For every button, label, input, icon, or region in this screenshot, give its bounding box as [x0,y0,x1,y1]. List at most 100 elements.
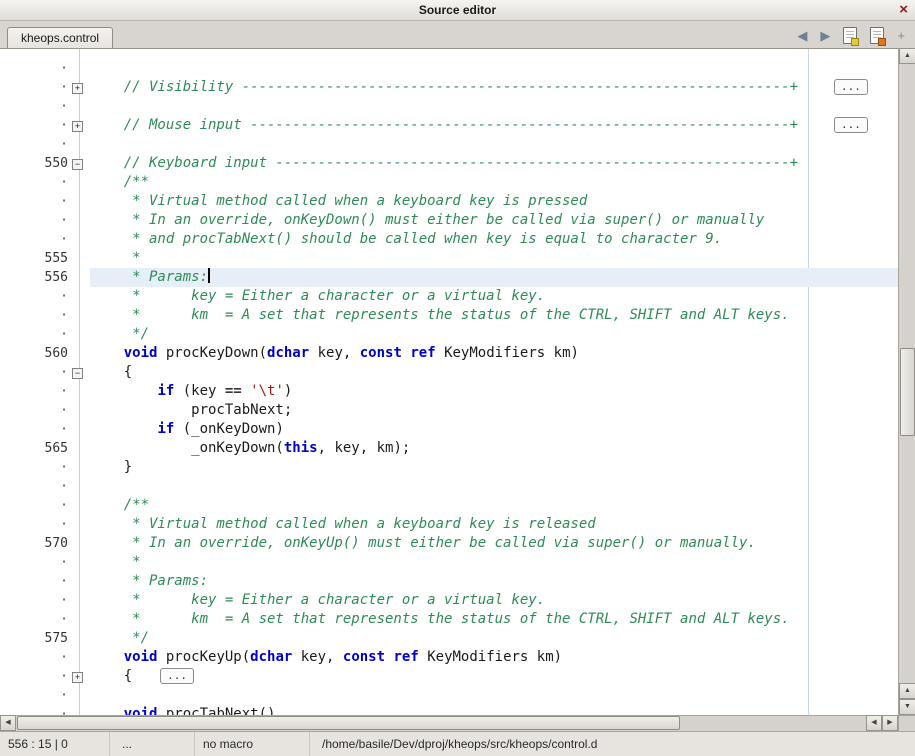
folded-code-box[interactable]: ... [160,668,194,684]
jump-back-icon[interactable]: ◀ [797,27,807,44]
code-line[interactable]: · * key = Either a character or a virtua… [0,591,898,610]
line-number: 565 [0,439,68,458]
code-text: if (_onKeyDown) [90,421,284,437]
fold-gutter [68,344,90,363]
line-number: · [0,306,68,325]
scroll-left-icon[interactable]: ◀ [0,715,16,731]
line-number: · [0,648,68,667]
fold-gutter [68,496,90,515]
code-line[interactable]: · void procTabNext() [0,705,898,715]
line-number: 556 [0,268,68,287]
code-line[interactable]: 556 * Params: [0,268,898,287]
line-number: · [0,477,68,496]
code-line[interactable]: · * km = A set that represents the statu… [0,306,898,325]
horizontal-scrollbar[interactable]: ◀ ◀ ▶ [0,715,898,731]
fold-expand-icon[interactable]: + [72,83,83,94]
vertical-scrollbar-thumb[interactable] [900,348,915,436]
fold-gutter [68,268,90,287]
code-line[interactable]: · [0,686,898,705]
status-bar: 556 : 15 | 0 ... no macro /home/basile/D… [0,731,915,756]
code-line[interactable]: ·+ // Mouse input ----------------------… [0,116,898,135]
line-number: 560 [0,344,68,363]
code-line[interactable]: · * In an override, onKeyDown() must eit… [0,211,898,230]
code-text: * [90,554,141,570]
code-line[interactable]: · * [0,553,898,572]
code-text: */ [90,326,149,342]
title-bar: Source editor × [0,0,915,21]
fold-collapse-icon[interactable]: − [72,368,83,379]
code-line[interactable]: · [0,135,898,154]
code-line[interactable]: 555 * [0,249,898,268]
scroll-up-icon[interactable]: ▲ [899,48,915,64]
fold-gutter [68,515,90,534]
code-line[interactable]: · * Virtual method called when a keyboar… [0,515,898,534]
fold-gutter [68,420,90,439]
line-number: · [0,496,68,515]
code-line[interactable]: · */ [0,325,898,344]
code-line[interactable]: 575 */ [0,629,898,648]
code-line[interactable]: · if (_onKeyDown) [0,420,898,439]
code-text: * [90,250,141,266]
code-line[interactable]: · * Params: [0,572,898,591]
code-line[interactable]: · if (key == '\t') [0,382,898,401]
jump-forward-icon[interactable]: ▶ [820,27,830,44]
scroll-down-icon[interactable]: ▼ [899,699,915,715]
code-area[interactable]: ··+ // Visibility ----------------------… [0,49,898,715]
fold-gutter [68,306,90,325]
code-line[interactable]: ·+ // Visibility -----------------------… [0,78,898,97]
code-line[interactable]: 570 * In an override, onKeyUp() must eit… [0,534,898,553]
fold-gutter [68,705,90,715]
fold-gutter [68,686,90,705]
line-number: · [0,382,68,401]
folded-code-box[interactable]: ... [834,117,868,133]
vertical-scrollbar[interactable]: ▲ ▲ ▼ [898,48,915,715]
code-line[interactable]: 560 void procKeyDown(dchar key, const re… [0,344,898,363]
line-number: · [0,363,68,382]
code-line[interactable]: · [0,97,898,116]
code-line[interactable]: · * and procTabNext() should be called w… [0,230,898,249]
fold-expand-icon[interactable]: + [72,672,83,683]
code-line[interactable]: · /** [0,496,898,515]
code-line[interactable]: · [0,477,898,496]
line-number: · [0,705,68,715]
line-number: · [0,230,68,249]
document-new-icon[interactable] [843,27,857,44]
code-line[interactable]: · procTabNext; [0,401,898,420]
scroll-right-icon[interactable]: ▶ [882,715,898,731]
code-line[interactable]: · * km = A set that represents the statu… [0,610,898,629]
code-text: * key = Either a character or a virtual … [90,288,545,304]
code-line[interactable]: · * key = Either a character or a virtua… [0,287,898,306]
code-line[interactable]: · /** [0,173,898,192]
document-save-icon[interactable] [870,27,884,44]
folded-code-box[interactable]: ... [834,79,868,95]
code-line[interactable]: · [0,59,898,78]
text-cursor [208,268,210,283]
horizontal-scrollbar-thumb[interactable] [17,716,680,730]
scroll-up-icon[interactable]: ▲ [899,683,915,699]
code-line[interactable]: · } [0,458,898,477]
code-line[interactable]: · * Virtual method called when a keyboar… [0,192,898,211]
fold-collapse-icon[interactable]: − [72,159,83,170]
tab-kheops-control[interactable]: kheops.control [7,27,113,49]
scroll-left-icon[interactable]: ◀ [866,715,882,731]
fold-expand-icon[interactable]: + [72,121,83,132]
line-number: · [0,572,68,591]
code-text: * Params: [90,269,210,285]
code-line[interactable]: 565 _onKeyDown(this, key, km); [0,439,898,458]
fold-gutter [68,382,90,401]
close-icon[interactable]: × [899,0,908,20]
line-number: · [0,458,68,477]
code-text: * and procTabNext() should be called whe… [90,231,722,247]
fold-gutter [68,439,90,458]
fold-gutter [68,610,90,629]
code-line[interactable]: 550− // Keyboard input -----------------… [0,154,898,173]
line-number: · [0,211,68,230]
code-line[interactable]: ·− { [0,363,898,382]
fold-gutter [68,553,90,572]
code-line[interactable]: ·+ {... [0,667,898,686]
scrollbar-corner [898,715,915,731]
fold-gutter: − [68,154,90,173]
code-line[interactable]: · void procKeyUp(dchar key, const ref Ke… [0,648,898,667]
code-text: procTabNext; [90,402,292,418]
add-editor-icon[interactable]: + [897,27,905,44]
